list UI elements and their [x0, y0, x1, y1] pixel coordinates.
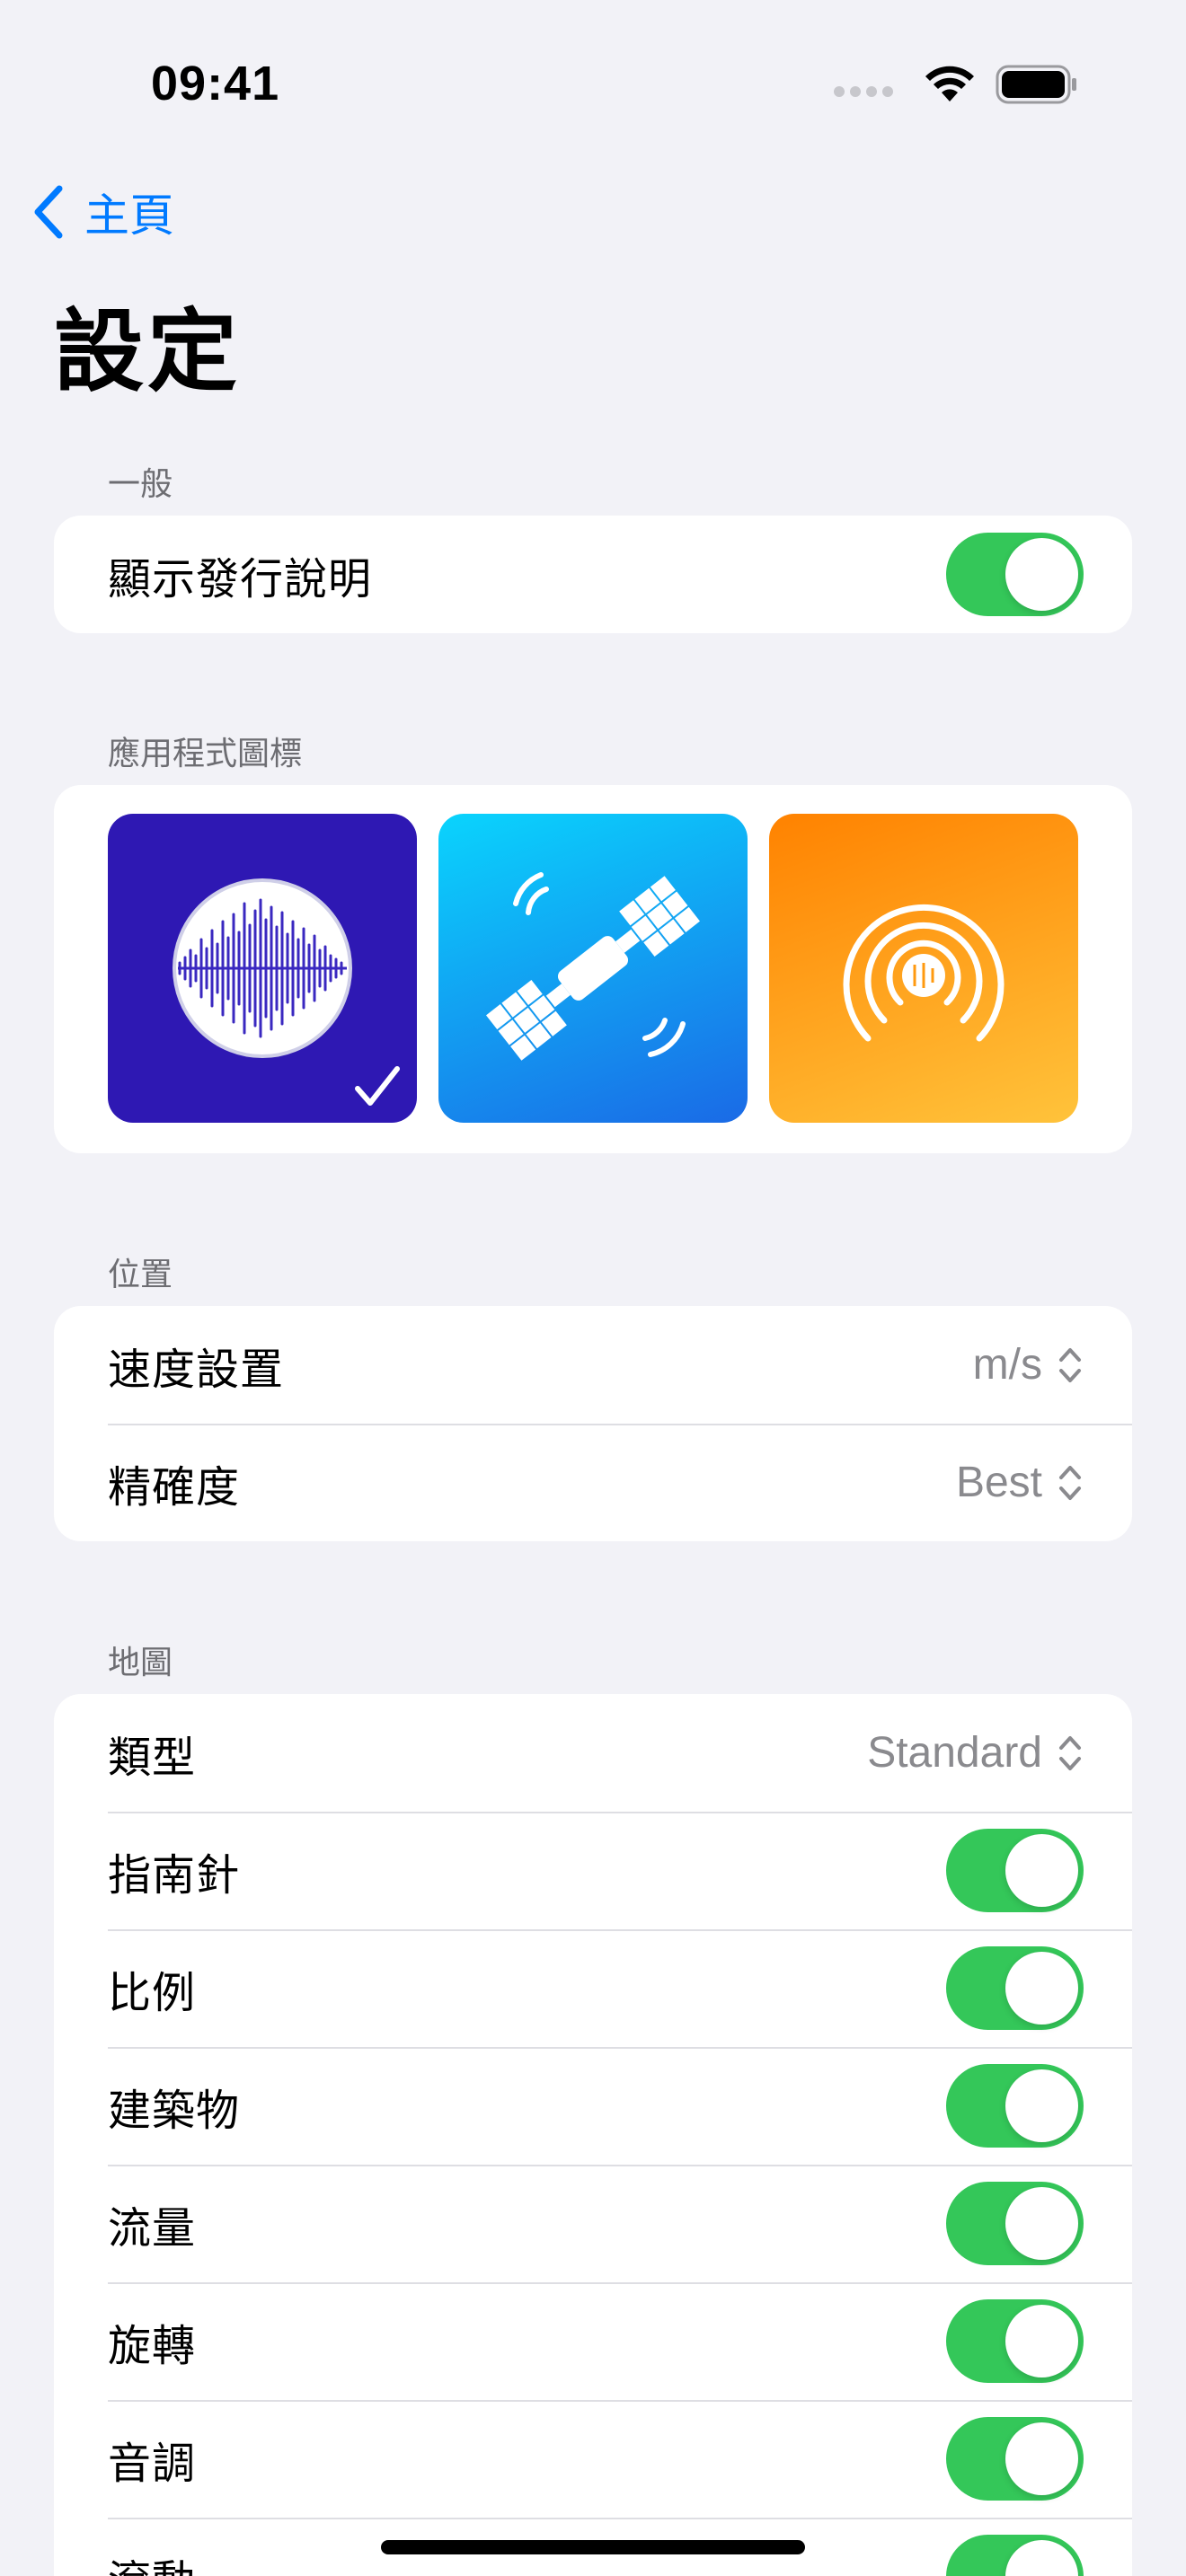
- back-button-label: 主頁: [84, 190, 174, 242]
- row-label: 顯示發行說明: [108, 553, 373, 604]
- section-header-app-icon: 應用程式圖標: [108, 736, 303, 772]
- show-release-notes-toggle[interactable]: [946, 533, 1084, 616]
- back-button[interactable]: 主頁: [32, 180, 174, 244]
- traffic-toggle[interactable]: [946, 2182, 1084, 2265]
- wifi-icon: [925, 66, 974, 101]
- section-header-general: 一般: [108, 466, 173, 503]
- cellular-signal-icon: [834, 86, 893, 97]
- compass-toggle[interactable]: [946, 1829, 1084, 1912]
- rotation-toggle[interactable]: [946, 2299, 1084, 2383]
- map-group: 類型 Standard 指南針 比例 建築物 流量 旋轉 音調: [54, 1694, 1132, 2576]
- page-title: 設定: [54, 299, 241, 404]
- row-rotation: 旋轉: [54, 2282, 1132, 2400]
- app-icon-option-satellite[interactable]: [438, 814, 748, 1123]
- row-speed-unit[interactable]: 速度設置 m/s: [54, 1306, 1132, 1424]
- row-label: 旋轉: [108, 2320, 197, 2371]
- row-compass: 指南針: [54, 1812, 1132, 1929]
- row-buildings: 建築物: [54, 2047, 1132, 2165]
- row-scale: 比例: [54, 1929, 1132, 2047]
- row-traffic: 流量: [54, 2165, 1132, 2282]
- buildings-toggle[interactable]: [946, 2064, 1084, 2148]
- row-label: 速度設置: [108, 1344, 285, 1395]
- scale-toggle[interactable]: [946, 1946, 1084, 2030]
- location-group: 速度設置 m/s 精確度 Best: [54, 1306, 1132, 1541]
- section-header-map: 地圖: [108, 1645, 173, 1681]
- row-label: 音調: [108, 2438, 197, 2489]
- chevron-up-down-icon: [1059, 1347, 1081, 1382]
- picker-value: Best: [955, 1459, 1042, 1506]
- row-label: 指南針: [108, 1849, 241, 1901]
- chevron-left-icon: [34, 185, 63, 239]
- picker-value: Standard: [867, 1729, 1042, 1777]
- map-type-picker[interactable]: Standard: [867, 1728, 1084, 1778]
- radar-tag-icon: [843, 904, 1005, 1042]
- section-header-location: 位置: [108, 1257, 173, 1293]
- satellite-icon: [486, 872, 700, 1061]
- row-label: 類型: [108, 1732, 197, 1783]
- checkmark-icon: [355, 1066, 400, 1106]
- row-label: 流量: [108, 2202, 197, 2254]
- picker-value: m/s: [972, 1341, 1042, 1389]
- chevron-up-down-icon: [1059, 1465, 1081, 1500]
- general-group: 顯示發行說明: [54, 516, 1132, 633]
- row-label: 比例: [108, 1967, 197, 2018]
- app-icon-option-waveform[interactable]: [108, 814, 417, 1123]
- chevron-up-down-icon: [1059, 1735, 1081, 1770]
- battery-icon: [996, 65, 1076, 104]
- home-indicator: [381, 2540, 805, 2554]
- settings-screen: 09:41 主頁 設定 一般 顯示發行說明 應用程式圖標 位置 速度設置 m/s…: [0, 0, 1186, 2576]
- row-accuracy[interactable]: 精確度 Best: [54, 1424, 1132, 1541]
- row-map-type[interactable]: 類型 Standard: [54, 1694, 1132, 1812]
- status-time: 09:41: [151, 57, 280, 110]
- row-show-release-notes: 顯示發行說明: [54, 516, 1132, 633]
- app-icon-group: [54, 785, 1132, 1153]
- accuracy-picker[interactable]: Best: [956, 1458, 1084, 1507]
- app-icon-option-radar[interactable]: [769, 814, 1078, 1123]
- status-indicators: [834, 65, 1078, 104]
- speed-unit-picker[interactable]: m/s: [973, 1340, 1084, 1389]
- pitch-toggle[interactable]: [946, 2417, 1084, 2501]
- row-label: 精確度: [108, 1461, 241, 1513]
- row-label: 建築物: [108, 2085, 241, 2136]
- scroll-toggle[interactable]: [946, 2535, 1084, 2576]
- row-pitch: 音調: [54, 2400, 1132, 2518]
